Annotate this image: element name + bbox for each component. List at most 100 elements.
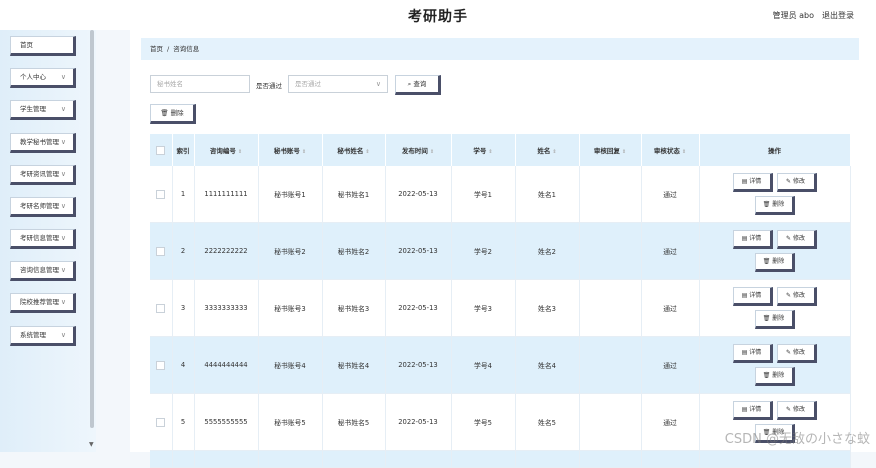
cell-name: 姓名5 (515, 393, 580, 451)
col-status[interactable]: 审核状态 ⇕ (641, 134, 700, 166)
edit-button[interactable]: ✎ 修改 (776, 344, 817, 363)
sort-icon: ⇕ (301, 149, 307, 155)
cell-actions: ▤ 详情 ✎ 修改 🗑 删除 (699, 166, 851, 223)
table-row (150, 450, 851, 468)
cell-reply (579, 336, 642, 394)
logout-link[interactable]: 退出登录 (822, 10, 854, 21)
select-placeholder: 是否通过 (295, 80, 321, 88)
sidebar-scrollbar[interactable] (90, 30, 94, 428)
trash-icon: 🗑 (762, 258, 771, 265)
pencil-icon: ✎ (786, 178, 792, 185)
cell-account: 秘书账号1 (258, 166, 323, 223)
query-button[interactable]: ⌕ 查询 (395, 75, 441, 95)
table-row: 3 3333333333 秘书账号3 秘书姓名3 2022-05-13 学号3 … (150, 279, 851, 337)
cell-secretary: 秘书姓名5 (322, 393, 386, 451)
col-name[interactable]: 姓名 ⇕ (515, 134, 580, 166)
edit-button[interactable]: ✎ 修改 (776, 401, 817, 420)
cell-account: 秘书账号5 (258, 393, 323, 451)
sort-icon: ⇕ (237, 149, 243, 155)
cell-code: 4444444444 (194, 336, 259, 394)
row-checkbox[interactable] (150, 222, 173, 280)
sidebar-item-secretaries[interactable]: 教学秘书管理 ∨ (10, 133, 76, 153)
cell-time: 2022-05-13 (385, 279, 452, 337)
cell-student-id: 学号4 (451, 336, 516, 394)
batch-delete-label: 删除 (170, 109, 184, 117)
cell-student-id: 学号2 (451, 222, 516, 280)
col-reply[interactable]: 审核回复 ⇕ (579, 134, 642, 166)
detail-button[interactable]: ▤ 详情 (732, 287, 773, 306)
cell-time: 2022-05-13 (385, 336, 452, 394)
file-icon: ▤ (741, 349, 748, 356)
query-button-label: 查询 (413, 80, 427, 88)
sidebar-item-teachers[interactable]: 考研名师管理 ∨ (10, 197, 76, 217)
detail-button[interactable]: ▤ 详情 (732, 401, 773, 420)
detail-button[interactable]: ▤ 详情 (732, 344, 773, 363)
cell-time: 2022-05-13 (385, 166, 452, 223)
file-icon: ▤ (741, 178, 748, 185)
cell-index: 4 (172, 336, 195, 394)
pass-status-select[interactable]: 是否通过 ∨ (288, 75, 388, 93)
sidebar-item-label: 咨询信息管理 (20, 266, 59, 274)
scroll-down-arrow-icon[interactable]: ▼ (89, 441, 94, 448)
sidebar-item-students[interactable]: 学生管理 ∨ (10, 100, 76, 120)
cell-status: 通过 (641, 279, 700, 337)
cell-secretary: 秘书姓名1 (322, 166, 386, 223)
pencil-icon: ✎ (786, 292, 792, 299)
table-row: 4 4444444444 秘书账号4 秘书姓名4 2022-05-13 学号4 … (150, 336, 851, 394)
chevron-down-icon: ∨ (375, 80, 381, 88)
sidebar-item-home[interactable]: 首页 (10, 36, 76, 56)
chevron-down-icon: ∨ (60, 298, 66, 306)
row-checkbox[interactable] (150, 166, 173, 223)
secretary-name-search-input[interactable]: 秘书姓名 (150, 75, 250, 93)
detail-button[interactable]: ▤ 详情 (732, 173, 773, 192)
col-student-id[interactable]: 学号 ⇕ (451, 134, 516, 166)
cell-code: 3333333333 (194, 279, 259, 337)
edit-button[interactable]: ✎ 修改 (776, 173, 817, 192)
delete-button[interactable]: 🗑 删除 (754, 310, 795, 329)
file-icon: ▤ (741, 406, 748, 413)
chevron-down-icon: ∨ (60, 234, 66, 242)
sidebar-item-school-recommend[interactable]: 院校推荐管理 ∨ (10, 293, 76, 313)
chevron-down-icon: ∨ (60, 73, 66, 81)
delete-button[interactable]: 🗑 删除 (754, 196, 795, 215)
delete-button[interactable]: 🗑 删除 (754, 253, 795, 272)
app-title: 考研助手 (408, 9, 468, 25)
cell-reply (579, 166, 642, 223)
col-secretary[interactable]: 秘书姓名 ⇕ (322, 134, 386, 166)
cell-code: 1111111111 (194, 166, 259, 223)
edit-button[interactable]: ✎ 修改 (776, 230, 817, 249)
cell-index: 1 (172, 166, 195, 223)
breadcrumb-separator: / (167, 45, 170, 53)
col-account[interactable]: 秘书账号 ⇕ (258, 134, 323, 166)
sidebar-item-label: 院校推荐管理 (20, 298, 59, 306)
detail-button[interactable]: ▤ 详情 (732, 230, 773, 249)
file-icon: ▤ (741, 292, 748, 299)
cell-actions: ▤ 详情 ✎ 修改 🗑 删除 (699, 279, 851, 337)
cell-status: 通过 (641, 222, 700, 280)
sidebar-item-system[interactable]: 系统管理 ∨ (10, 326, 76, 346)
trash-icon: 🗑 (160, 109, 169, 117)
chevron-down-icon: ∨ (60, 266, 66, 274)
sidebar-item-label: 首页 (20, 41, 33, 49)
cell-status: 通过 (641, 336, 700, 394)
sort-icon: ⇕ (552, 149, 557, 155)
sidebar-item-exam-info[interactable]: 考研信息管理 ∨ (10, 229, 76, 249)
trash-icon: 🗑 (762, 372, 771, 379)
row-checkbox[interactable] (150, 393, 173, 451)
sidebar-item-personal-center[interactable]: 个人中心 ∨ (10, 68, 76, 88)
breadcrumb-home[interactable]: 首页 (150, 45, 163, 53)
row-checkbox[interactable] (150, 336, 173, 394)
col-time[interactable]: 发布时间 ⇕ (385, 134, 452, 166)
table-header: 索引 咨询编号 ⇕ 秘书账号 ⇕ 秘书姓名 ⇕ 发布时间 ⇕ 学号 ⇕ 姓名 ⇕ 审核回复 ⇕… (150, 134, 851, 166)
select-all-checkbox[interactable] (150, 134, 173, 166)
chevron-down-icon: ∨ (60, 105, 66, 113)
delete-button[interactable]: 🗑 删除 (754, 367, 795, 386)
sidebar: 首页 个人中心 ∨ 学生管理 ∨ 教学秘书管理 ∨ 考研资讯管理 ∨ 考研名师管理 ∨ 考… (0, 30, 96, 452)
batch-delete-button[interactable]: 🗑 删除 (150, 104, 196, 124)
sidebar-item-exam-news[interactable]: 考研资讯管理 ∨ (10, 165, 76, 185)
row-checkbox[interactable] (150, 279, 173, 337)
col-code[interactable]: 咨询编号 ⇕ (194, 134, 259, 166)
sidebar-item-consultations[interactable]: 咨询信息管理 ∨ (10, 261, 76, 281)
edit-button[interactable]: ✎ 修改 (776, 287, 817, 306)
chevron-down-icon: ∨ (60, 138, 66, 146)
